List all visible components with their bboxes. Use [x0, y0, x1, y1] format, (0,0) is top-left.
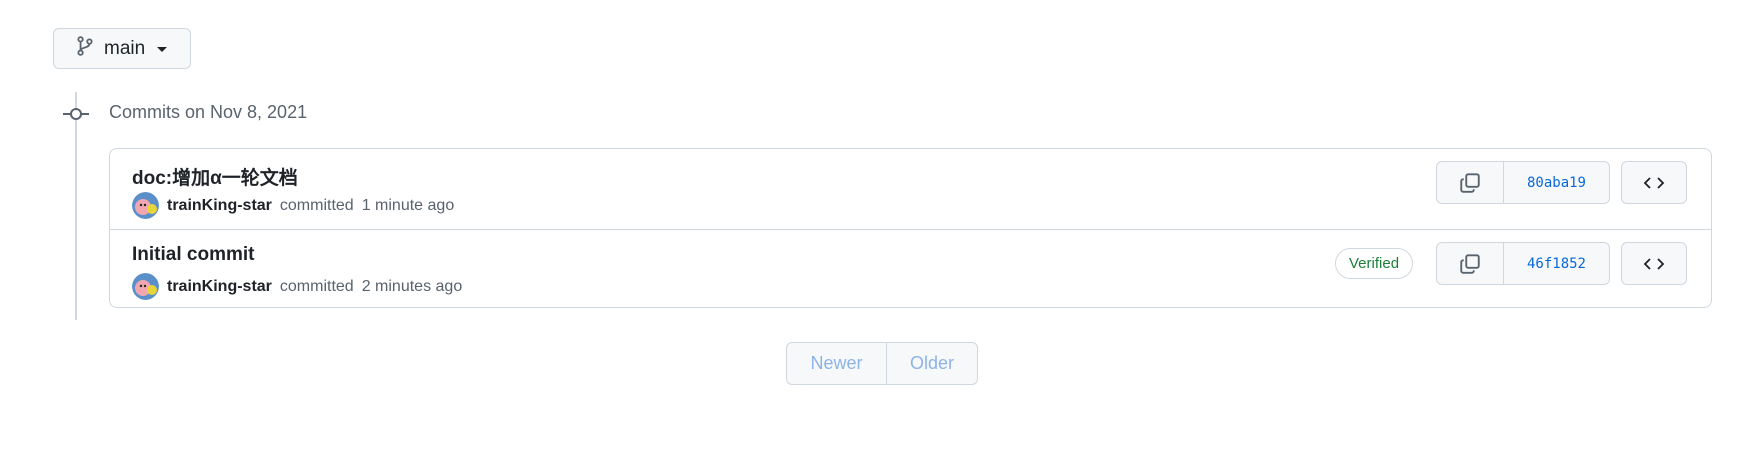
copy-sha-button[interactable]: [1437, 243, 1504, 284]
commit-group-icon: [63, 108, 89, 120]
code-icon: [1643, 257, 1665, 270]
commit-row: Initial commit trainKing-star committed …: [110, 229, 1711, 310]
copy-sha-button[interactable]: [1437, 162, 1504, 203]
branch-selector-button[interactable]: main: [53, 28, 191, 69]
commit-time: 2 minutes ago: [361, 277, 463, 295]
browse-repo-button[interactable]: [1621, 242, 1687, 285]
commit-message-link[interactable]: Initial commit: [132, 244, 254, 266]
commit-row: doc:增加α一轮文档 trainKing-star committed 1 m…: [110, 149, 1711, 229]
timeline-line: [75, 92, 77, 320]
commit-sha-group: 80aba19: [1436, 161, 1610, 204]
avatar[interactable]: [132, 273, 159, 300]
author-link[interactable]: trainKing-star: [167, 278, 272, 296]
commit-list: doc:增加α一轮文档 trainKing-star committed 1 m…: [109, 148, 1712, 308]
avatar[interactable]: [132, 192, 159, 219]
commit-message-link[interactable]: doc:增加α一轮文档: [132, 163, 298, 190]
copy-icon: [1460, 253, 1480, 274]
branch-name: main: [104, 37, 146, 59]
verified-badge[interactable]: Verified: [1335, 248, 1414, 279]
commit-action: committed: [279, 277, 354, 295]
code-icon: [1643, 176, 1665, 189]
pagination: Newer Older: [786, 342, 978, 385]
commit-group-title: Commits on Nov 8, 2021: [109, 102, 308, 122]
author-link[interactable]: trainKing-star: [167, 197, 272, 215]
commit-meta: trainKing-star committed 2 minutes ago: [132, 273, 462, 300]
commit-meta: trainKing-star committed 1 minute ago: [132, 192, 454, 219]
commit-sha-link[interactable]: 46f1852: [1504, 243, 1609, 284]
browse-repo-button[interactable]: [1621, 161, 1687, 204]
commit-sha-link[interactable]: 80aba19: [1504, 162, 1609, 203]
chevron-down-icon: [157, 47, 168, 52]
commit-action: committed: [279, 196, 354, 214]
git-branch-icon: [76, 36, 94, 61]
copy-icon: [1460, 172, 1480, 193]
newer-button[interactable]: Newer: [787, 343, 887, 384]
commit-time: 1 minute ago: [361, 196, 455, 214]
older-button[interactable]: Older: [887, 343, 977, 384]
commit-sha-group: 46f1852: [1436, 242, 1610, 285]
